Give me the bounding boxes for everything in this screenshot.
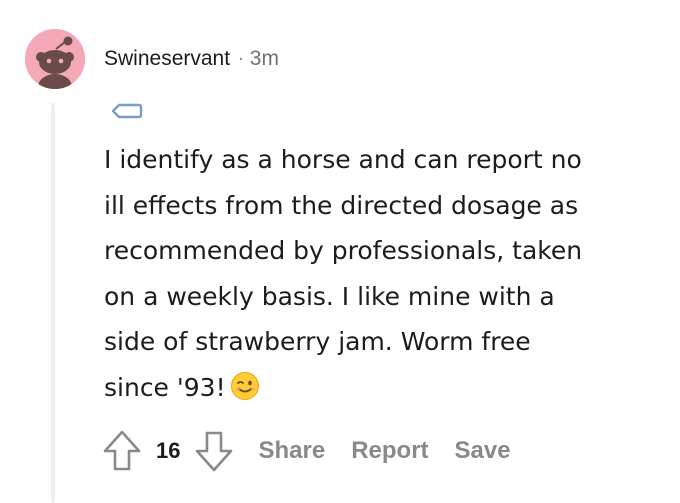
thread-line[interactable] (51, 103, 55, 503)
user-avatar[interactable] (25, 29, 85, 89)
winking-face-emoji-icon (230, 371, 260, 401)
comment-body: I identify as a horse and can report no … (104, 137, 664, 410)
tag-icon (110, 100, 144, 122)
meta-separator: · (238, 48, 244, 70)
comment-body-line: recommended by professionals, taken (104, 236, 583, 265)
comment-body-line: since '93! (104, 372, 226, 402)
comment-body-line: ill effects from the directed dosage as (104, 190, 579, 220)
comment-body-line: side of strawberry jam. Worm free (104, 327, 531, 356)
snoo-avatar-icon (25, 29, 85, 89)
comment-actions: 16 Share Report Save (100, 426, 511, 476)
comment: Swineservant · 3m I identify as a horse … (0, 0, 680, 503)
comment-timestamp[interactable]: 3m (250, 47, 279, 71)
comment-body-last-line: since '93! (104, 365, 664, 411)
save-button[interactable]: Save (455, 437, 511, 465)
username-link[interactable]: Swineservant (104, 47, 230, 71)
downvote-button[interactable] (192, 428, 236, 474)
downvote-arrow-icon (196, 431, 233, 472)
upvote-button[interactable] (100, 428, 144, 474)
comment-header: Swineservant · 3m (104, 44, 279, 74)
comment-body-line: I identify as a horse and can report no (104, 145, 582, 174)
comment-body-line: on a weekly basis. I like mine with a (104, 281, 555, 311)
upvote-arrow-icon (103, 430, 141, 471)
share-button[interactable]: Share (258, 437, 325, 465)
report-button[interactable]: Report (351, 437, 428, 465)
vote-score: 16 (156, 438, 181, 463)
